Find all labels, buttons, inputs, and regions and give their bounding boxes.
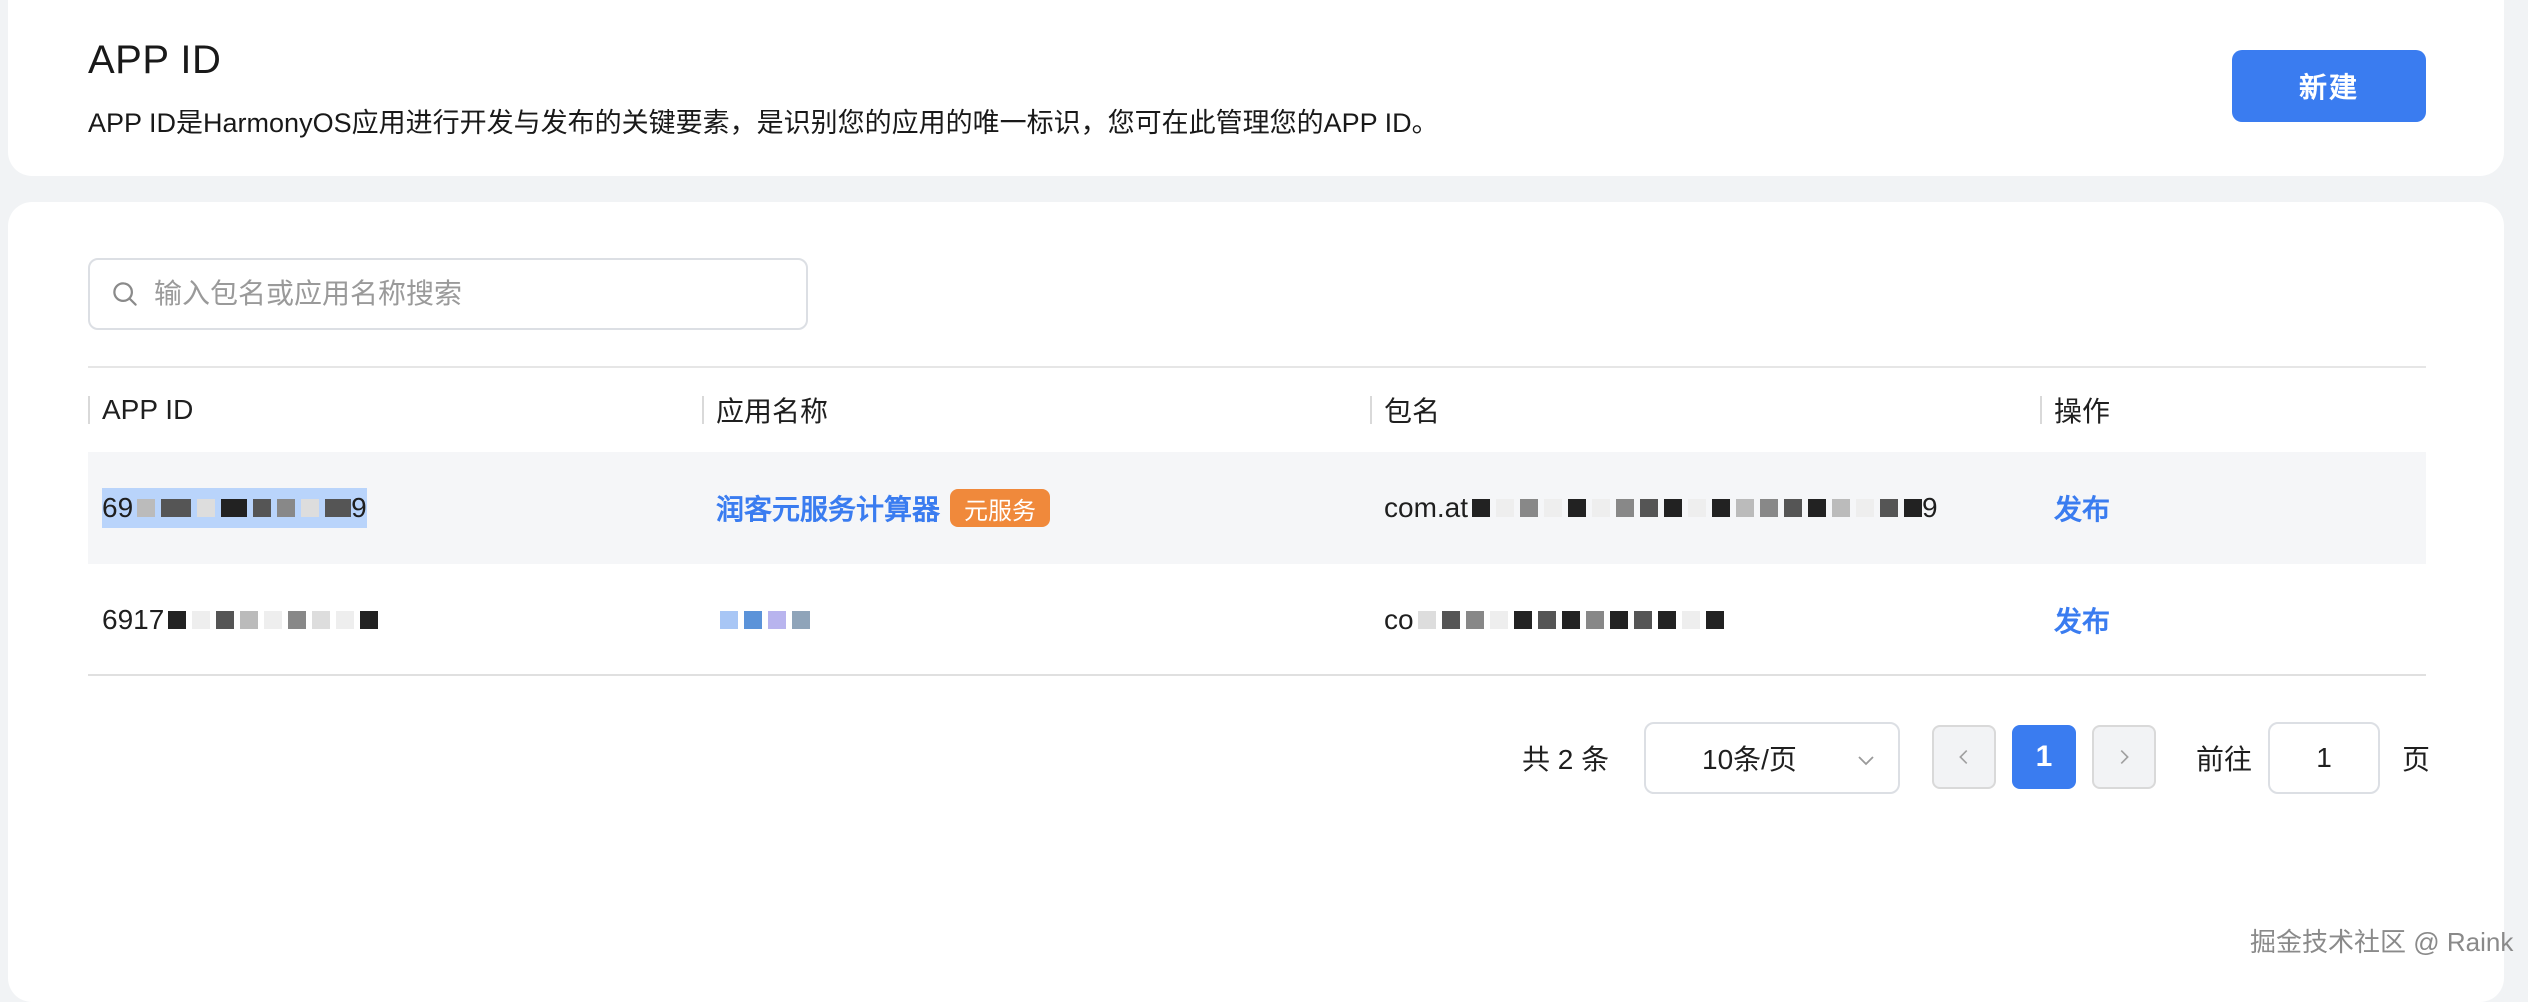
app-name-link[interactable]: 润客元服务计算器	[716, 488, 940, 528]
app-id-table: APP ID 应用名称 包名 操作 69 9 润客元服务计算器 元服务 com.…	[88, 366, 2426, 676]
search-icon	[113, 282, 137, 306]
app-name-cell	[716, 564, 810, 676]
table-row: 6917 co 发布	[88, 564, 2426, 676]
search-input[interactable]	[154, 278, 774, 310]
publish-button[interactable]: 发布	[2054, 488, 2110, 528]
actions-cell: 发布	[2054, 452, 2110, 564]
selected-app-id: 69 9	[102, 488, 367, 528]
page-description: APP ID是HarmonyOS应用进行开发与发布的关键要素，是识别您的应用的唯…	[88, 108, 1439, 138]
redacted-text	[1472, 499, 1923, 517]
app-name-cell: 润客元服务计算器 元服务	[716, 452, 1051, 564]
page-size-value: 10条/页	[1702, 744, 1797, 775]
pagination: 共 2 条 10条/页 1 前往 页	[8, 722, 2504, 794]
goto-suffix: 页	[2402, 744, 2431, 775]
goto-label: 前往	[2196, 744, 2253, 775]
atomic-service-badge: 元服务	[950, 489, 1051, 527]
page-title: APP ID	[88, 38, 222, 82]
table-row: 69 9 润客元服务计算器 元服务 com.at 9 发布	[88, 452, 2426, 564]
redacted-text	[168, 611, 379, 629]
search-box[interactable]	[88, 258, 808, 330]
next-page-button[interactable]	[2092, 725, 2156, 789]
prev-page-button[interactable]	[1932, 725, 1996, 789]
app-id-cell: 69 9	[102, 452, 367, 564]
chevron-left-icon	[1959, 749, 1968, 765]
actions-cell: 发布	[2054, 564, 2110, 676]
page-number-current[interactable]: 1	[2012, 725, 2076, 789]
watermark: 掘金技术社区 @ Raink	[2250, 927, 2514, 957]
column-header-app-id[interactable]: APP ID	[88, 368, 193, 452]
new-button[interactable]: 新建	[2232, 50, 2426, 122]
table-header: APP ID 应用名称 包名 操作	[88, 368, 2426, 452]
total-count: 共 2 条	[1522, 744, 1610, 775]
column-header-actions: 操作	[2040, 368, 2110, 452]
column-header-package[interactable]: 包名	[1370, 368, 1440, 452]
redacted-text	[1417, 611, 1724, 629]
redacted-text	[137, 499, 352, 517]
main-card: APP ID 应用名称 包名 操作 69 9 润客元服务计算器 元服务 com.…	[8, 202, 2504, 1002]
header-card: APP ID APP ID是HarmonyOS应用进行开发与发布的关键要素，是识…	[8, 0, 2504, 176]
chevron-down-icon	[1858, 756, 1874, 766]
publish-button[interactable]: 发布	[2054, 600, 2110, 640]
package-cell: com.at 9	[1384, 492, 1938, 523]
redacted-app-name[interactable]	[720, 611, 810, 629]
chevron-right-icon	[2120, 749, 2129, 765]
column-header-app-name[interactable]: 应用名称	[702, 368, 828, 452]
package-cell: co	[1384, 564, 1724, 676]
app-id-cell: 6917	[102, 564, 379, 676]
goto-page-input[interactable]	[2268, 722, 2380, 794]
page-size-select[interactable]: 10条/页	[1644, 722, 1900, 794]
